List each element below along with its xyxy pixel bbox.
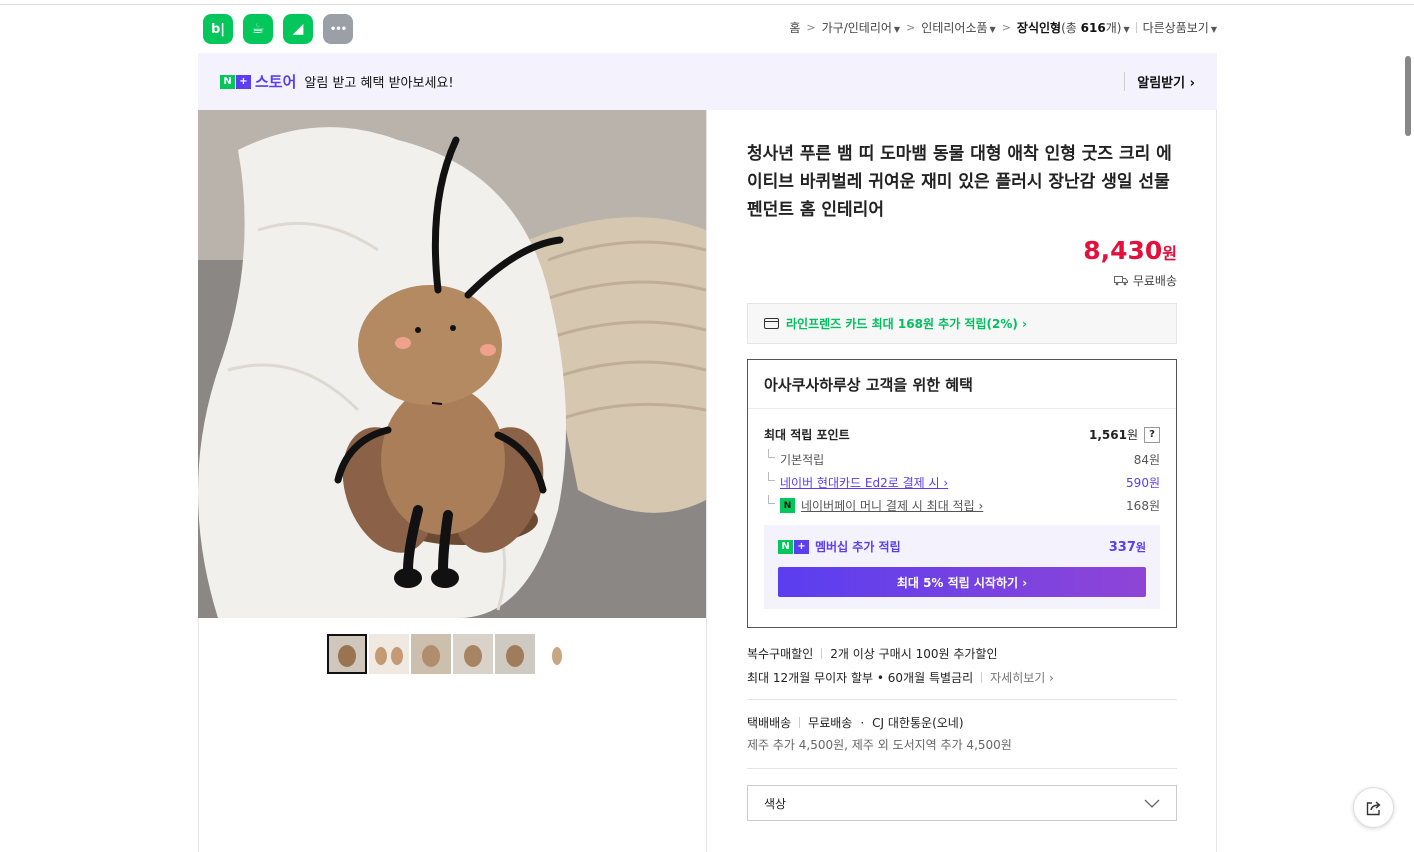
delivery-info: 택배배송 무료배송 · CJ 대한통운(오네) — [747, 715, 964, 731]
card-promo-link[interactable]: 라인프렌즈 카드 최대 168원 추가 적립(2%) › — [747, 303, 1177, 344]
divider — [747, 768, 1177, 769]
thumbnail-strip — [327, 634, 577, 674]
breadcrumb: 홈 > 가구/인테리어 ▼ > 인테리어소품 ▼ > 장식인형(총 616개) ▼ 다… — [789, 19, 1217, 36]
breadcrumb-home[interactable]: 홈 — [789, 19, 800, 36]
caret-down-icon: ▼ — [893, 25, 901, 34]
store-notify-banner: N + 스토어 알림 받고 혜택 받아보세요! 알림받기 › — [198, 53, 1217, 110]
installment-info: 최대 12개월 무이자 할부 • 60개월 특별금리 자세히보기 › — [747, 669, 1054, 686]
more-apps-icon[interactable]: ••• — [323, 14, 353, 44]
help-icon[interactable]: ? — [1144, 426, 1160, 443]
basic-points-row: 기본적립 84원 — [764, 449, 1160, 468]
installment-more-link[interactable]: 자세히보기 › — [990, 669, 1054, 686]
divider — [1135, 22, 1137, 33]
product-title: 청사년 푸른 뱀 띠 도마뱀 동물 대형 애착 인형 굿즈 크리 에이티브 바퀴… — [747, 144, 1172, 220]
max-points-row: 최대 적립 포인트 1,561원 ? — [764, 426, 1160, 443]
product-main-image[interactable] — [198, 110, 706, 618]
chevron-down-icon — [1144, 799, 1160, 808]
app-shortcuts: b| ☕ ◢ ••• — [203, 14, 353, 44]
membership-start-button[interactable]: 최대 5% 적립 시작하기 › — [778, 567, 1146, 597]
credit-card-icon — [764, 318, 779, 329]
hyundai-card-row: 네이버 현대카드 Ed2로 결제 시 › 590원 — [764, 472, 1160, 491]
thumbnail-6[interactable] — [537, 634, 577, 674]
top-divider — [0, 4, 1414, 5]
caret-down-icon: ▼ — [989, 25, 996, 34]
plush-photo-illustration — [198, 110, 706, 618]
store-label: 스토어 — [255, 73, 297, 91]
color-option-select[interactable]: 색상 — [747, 785, 1177, 821]
npay-icon: N — [780, 498, 795, 513]
webtoon-app-icon[interactable]: ◢ — [283, 14, 313, 44]
chevron-right-icon: > — [906, 21, 916, 34]
thumbnail-4[interactable] — [453, 634, 493, 674]
product-price: 8,430원 — [1083, 236, 1177, 265]
cafe-app-icon[interactable]: ☕ — [243, 14, 273, 44]
thumbnail-5[interactable] — [495, 634, 535, 674]
divider — [821, 648, 823, 659]
naver-plus-logo-icon: N + — [778, 539, 809, 554]
subscribe-button[interactable]: 알림받기 › — [1124, 72, 1195, 91]
breadcrumb-category-1[interactable]: 가구/인테리어 ▼ — [822, 19, 900, 36]
column-divider — [706, 110, 707, 852]
banner-text: 알림 받고 혜택 받아보세요! — [304, 76, 454, 91]
npay-link[interactable]: 네이버페이 머니 결제 시 최대 적립 › — [801, 497, 983, 514]
scrollbar-thumb[interactable] — [1405, 56, 1411, 136]
thumbnail-1[interactable] — [327, 634, 367, 674]
delivery-extra-fee: 제주 추가 4,500원, 제주 외 도서지역 추가 4,500원 — [747, 738, 1012, 752]
naver-plus-logo-icon: N + — [220, 74, 251, 89]
scrollbar[interactable] — [1400, 26, 1414, 852]
chevron-right-icon: > — [1001, 21, 1011, 34]
npay-row: N 네이버페이 머니 결제 시 최대 적립 › 168원 — [764, 495, 1160, 514]
divider — [747, 699, 1177, 700]
breadcrumb-category-3[interactable]: 장식인형(총 616개) ▼ — [1017, 19, 1130, 36]
chevron-right-icon: > — [806, 21, 816, 34]
free-shipping-badge: 무료배송 — [1113, 272, 1177, 289]
thumbnail-3[interactable] — [411, 634, 451, 674]
benefit-panel: 아사쿠사하루상 고객을 위한 혜택 최대 적립 포인트 1,561원 ? 기본적… — [747, 359, 1177, 628]
hyundai-card-link[interactable]: 네이버 현대카드 Ed2로 결제 시 › — [764, 472, 948, 491]
multi-buy-discount: 복수구매할인 2개 이상 구매시 100원 추가할인 — [747, 647, 998, 661]
membership-box: N + 멤버십 추가 적립 337원 최대 5% 적립 시작하기 › — [764, 525, 1160, 609]
share-icon — [1366, 800, 1381, 815]
breadcrumb-category-2[interactable]: 인테리어소품 ▼ — [921, 19, 995, 36]
truck-icon — [1113, 276, 1128, 286]
thumbnail-2[interactable] — [369, 634, 409, 674]
blog-app-icon[interactable]: b| — [203, 14, 233, 44]
divider — [799, 717, 801, 728]
benefit-heading: 아사쿠사하루상 고객을 위한 혜택 — [748, 360, 1176, 409]
divider — [981, 672, 983, 683]
caret-down-icon: ▼ — [1210, 25, 1217, 34]
caret-down-icon: ▼ — [1123, 25, 1130, 34]
share-button[interactable] — [1353, 787, 1394, 828]
other-products-link[interactable]: 다른상품보기 ▼ — [1143, 19, 1217, 36]
